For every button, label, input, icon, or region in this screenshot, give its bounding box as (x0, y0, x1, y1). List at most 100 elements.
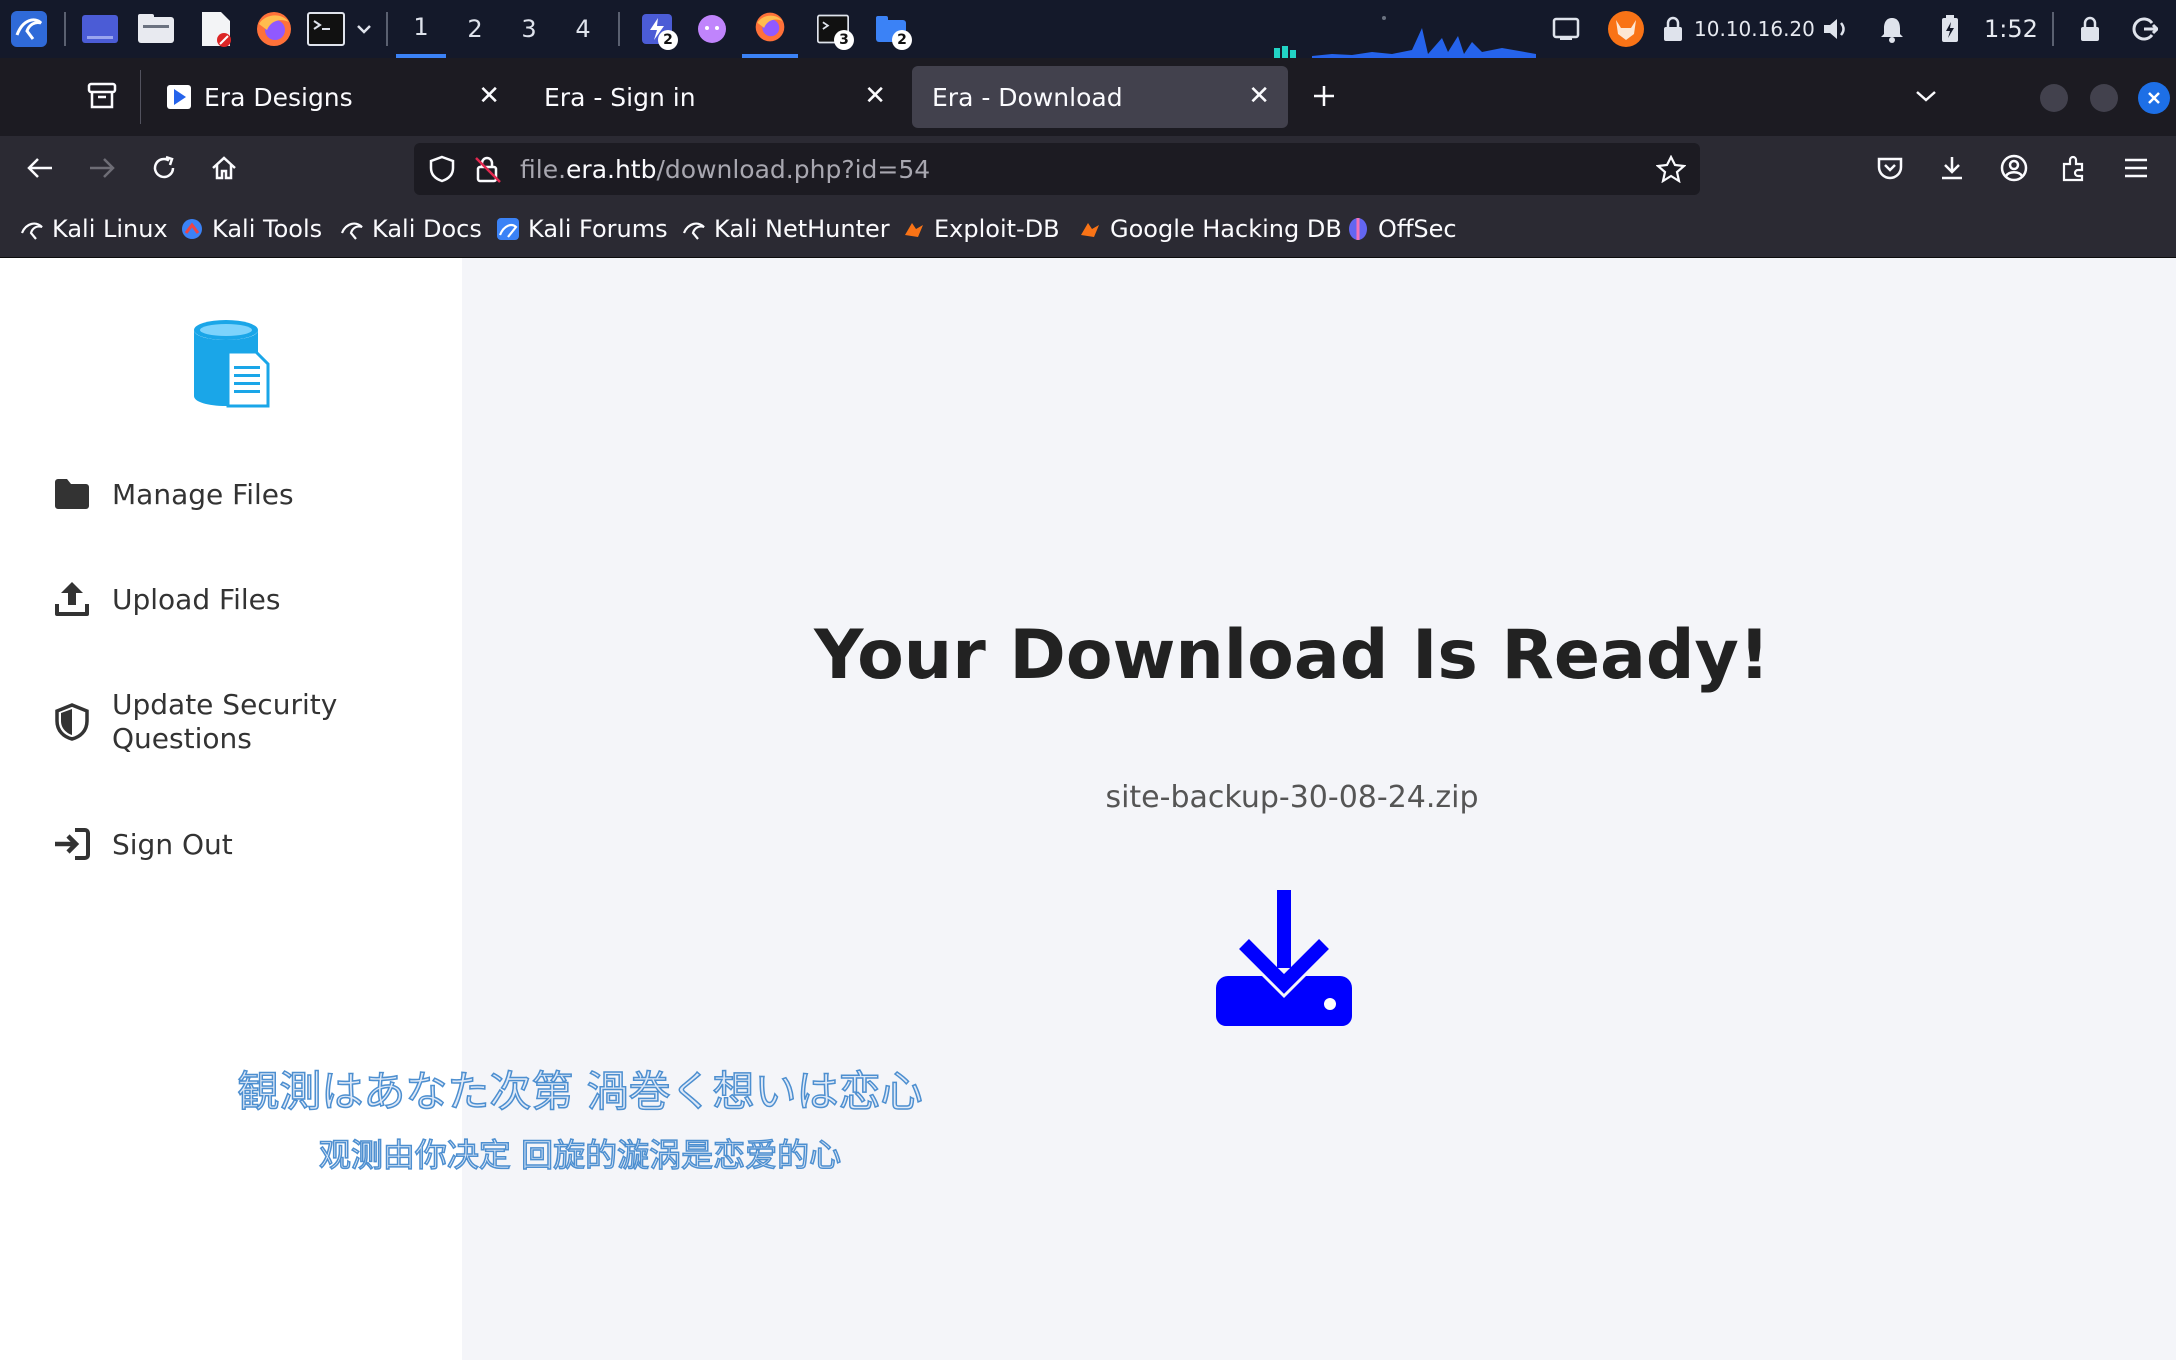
cat-app-icon[interactable] (690, 0, 734, 58)
browser-tab-bar: Era Designs ✕ Era - Sign in ✕ Era - Down… (0, 58, 2176, 136)
bookmark-google-hacking-db[interactable]: Google Hacking DB (1078, 200, 1342, 258)
download-button[interactable] (1214, 888, 1354, 1028)
terminal-window-icon[interactable]: 3 (808, 0, 858, 58)
nav-upload-files[interactable]: Upload Files (52, 579, 280, 619)
hamburger-menu-icon[interactable] (2114, 146, 2158, 190)
bookmark-label: Exploit-DB (934, 215, 1060, 243)
bookmark-label: OffSec (1378, 215, 1457, 243)
home-button[interactable] (202, 146, 246, 190)
clock[interactable]: 1:52 (1984, 0, 2038, 58)
url-subdomain: file. (520, 154, 567, 184)
volume-icon[interactable] (1818, 0, 1854, 58)
app-window-icon[interactable]: 2 (632, 0, 682, 58)
tab-label: Era Designs (204, 82, 353, 112)
desktop-icon[interactable] (78, 0, 122, 58)
nav-sign-out[interactable]: Sign Out (52, 824, 233, 864)
bookmark-kali-tools[interactable]: Kali Tools (180, 200, 322, 258)
lock-screen-icon[interactable] (2070, 0, 2110, 58)
bookmark-kali-docs[interactable]: Kali Docs (340, 200, 482, 258)
maximize-button[interactable] (2090, 84, 2118, 112)
workspace-4[interactable]: 4 (558, 0, 608, 58)
arrow-right-icon (90, 158, 115, 178)
tab-label: Era - Download (932, 82, 1123, 112)
nav-manage-files[interactable]: Manage Files (52, 474, 294, 514)
folder-window-icon[interactable]: 2 (866, 0, 916, 58)
list-tabs-chevron-icon[interactable] (1904, 74, 1948, 118)
nav-label: Upload Files (112, 582, 281, 616)
url-bar[interactable]: file. era.htb/download.php?id=54 (414, 143, 1700, 195)
workspace-1[interactable]: 1 (396, 0, 446, 58)
firefox-icon[interactable] (252, 0, 296, 58)
bookmark-label: Kali NetHunter (714, 215, 890, 243)
display-icon[interactable] (1548, 0, 1584, 58)
bookmark-label: Google Hacking DB (1110, 215, 1342, 243)
bookmark-exploit-db[interactable]: Exploit-DB (902, 200, 1060, 258)
browser-nav-bar: file. era.htb/download.php?id=54 (0, 136, 2176, 200)
ghdb-icon (1081, 223, 1099, 237)
workspace-2[interactable]: 2 (450, 0, 500, 58)
nav-update-security-questions[interactable]: Update Security Questions (52, 688, 432, 756)
bell-icon[interactable] (1874, 0, 1910, 58)
exploit-db-icon (905, 223, 923, 237)
era-favicon-icon (167, 85, 191, 109)
battery-icon (1932, 0, 1968, 58)
terminal-icon[interactable] (304, 0, 348, 58)
account-icon[interactable] (1992, 146, 2036, 190)
era-logo-icon (192, 318, 272, 412)
folder-window-badge: 2 (892, 30, 912, 50)
bookmark-kali-forums[interactable]: Kali Forums (496, 200, 668, 258)
tab-era-download[interactable]: Era - Download ✕ (912, 66, 1288, 128)
arrow-left-icon (27, 158, 52, 178)
kali-tools-icon (182, 219, 202, 239)
bookmark-kali-linux[interactable]: Kali Linux (20, 200, 168, 258)
taskbar: 1 2 3 4 2 3 2 10.10.16.20 1:52 (0, 0, 2176, 58)
firefox-window-icon[interactable] (742, 0, 798, 58)
reload-button[interactable] (142, 146, 186, 190)
back-button[interactable] (18, 146, 62, 190)
new-tab-icon[interactable] (1302, 74, 1346, 118)
file-manager-icon[interactable] (134, 0, 178, 58)
nav-label: Manage Files (112, 477, 294, 511)
reload-icon (153, 155, 175, 179)
insecure-lock-icon[interactable] (474, 154, 502, 188)
download-heading: Your Download Is Ready! (814, 616, 1770, 695)
kali-dragon-icon (682, 222, 705, 240)
bookmark-label: Kali Tools (212, 215, 323, 243)
minimize-button[interactable] (2040, 84, 2068, 112)
kali-dragon-icon (20, 222, 43, 240)
subtitle-line-2: 观测由你决定 回旋的漩涡是恋爱的心 (318, 1135, 842, 1175)
bookmark-kali-nethunter[interactable]: Kali NetHunter (682, 200, 890, 258)
workspace-3[interactable]: 3 (504, 0, 554, 58)
close-icon (2148, 92, 2160, 104)
offsec-icon (1349, 218, 1367, 240)
chevron-down-icon[interactable] (352, 0, 376, 58)
subtitle-line-1: 観測はあなた次第 渦巻く想いは恋心 (237, 1066, 924, 1117)
shield-half-icon (52, 702, 92, 742)
url-host: era.htb (566, 154, 657, 184)
download-filename: site-backup-30-08-24.zip (1105, 780, 1479, 815)
bookmark-offsec[interactable]: OffSec (1346, 200, 1457, 258)
text-editor-icon[interactable] (194, 0, 238, 58)
extensions-icon[interactable] (2052, 146, 2096, 190)
tab-era-designs[interactable]: Era Designs ✕ (146, 66, 518, 128)
close-window-button[interactable] (2138, 82, 2170, 114)
close-tab-icon[interactable]: ✕ (478, 81, 500, 111)
forward-button[interactable] (80, 146, 124, 190)
kali-dragon-icon (340, 222, 363, 240)
close-tab-icon[interactable]: ✕ (1248, 81, 1270, 111)
logout-icon[interactable] (2124, 0, 2164, 58)
url-text[interactable]: file. era.htb/download.php?id=54 (520, 143, 930, 195)
fox-avatar-icon[interactable] (1604, 0, 1648, 58)
tab-overview-icon[interactable] (80, 74, 124, 118)
bookmark-label: Kali Linux (52, 215, 168, 243)
close-tab-icon[interactable]: ✕ (864, 81, 886, 111)
kali-menu-icon[interactable] (6, 0, 52, 58)
tab-era-sign-in[interactable]: Era - Sign in ✕ (524, 66, 904, 128)
bookmark-label: Kali Docs (372, 215, 482, 243)
shield-icon[interactable] (428, 155, 456, 187)
downloads-icon[interactable] (1930, 146, 1974, 190)
url-path: /download.php?id=54 (656, 154, 931, 184)
terminal-window-badge: 3 (834, 30, 854, 50)
pocket-icon[interactable] (1868, 146, 1912, 190)
bookmark-star-icon[interactable] (1655, 154, 1687, 187)
